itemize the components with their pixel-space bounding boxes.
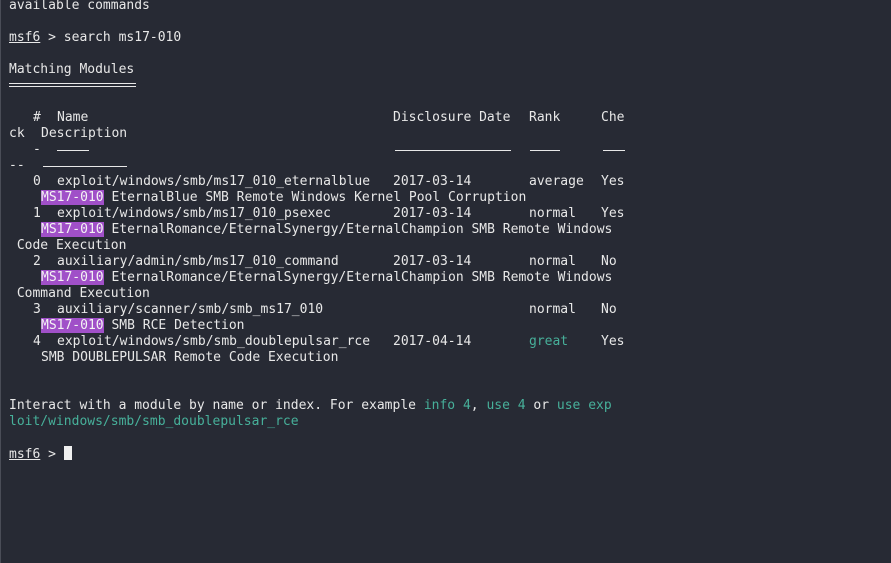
row-1-desc-text: EternalRomance/EternalSynergy/EternalCha… [103,222,613,237]
prompt-name: msf6 [9,30,41,45]
terminal-window[interactable]: available commands msf6 > search ms17-01… [0,0,891,563]
section-title: Matching Modules [9,62,135,77]
row-1-desc: MS17-010 EternalRomance/EternalSynergy/E… [41,222,612,238]
col-name-header: Name [57,110,89,125]
row-2-rank: normal [529,254,576,269]
col-num-underline: - [33,142,41,157]
row-0-desc: MS17-010 EternalBlue SMB Remote Windows … [41,190,526,206]
final-prompt-name: msf6 [9,447,41,462]
row-1-index: 1 [33,206,41,221]
col-date-underline [395,150,511,151]
row-2-date: 2017-03-14 [393,254,472,269]
row-4-name: exploit/windows/smb/smb_doublepulsar_rce [57,334,371,349]
row-1-desc-wrap: Code Execution [9,238,127,253]
row-2-index: 2 [33,254,41,269]
row-3-desc: MS17-010 SMB RCE Detection [41,318,245,334]
final-prompt-separator: > [40,447,64,462]
row-1-name: exploit/windows/smb/ms17_010_psexec [57,206,331,221]
row-1-tag: MS17-010 [41,222,104,237]
row-0-name: exploit/windows/smb/ms17_010_eternalblue [57,174,371,189]
col-check-underline-a [603,150,625,151]
prompt-command: search ms17-010 [63,30,182,45]
row-3-name: auxiliary/scanner/smb/smb_ms17_010 [57,302,324,317]
row-2-tag: MS17-010 [41,270,104,285]
interact-hint: Interact with a module by name or index.… [9,398,612,414]
row-4-desc: SMB DOUBLEPULSAR Remote Code Execution [41,350,339,365]
interact-example-info: info 4 [423,398,471,413]
interact-prefix: Interact with a module by name or index.… [9,398,424,413]
col-desc-header: Description [41,126,128,141]
row-3-check: No [601,302,617,317]
search-prompt-line: msf6 > search ms17-010 [9,30,181,46]
row-3-tag: MS17-010 [41,318,104,333]
interact-example-use-path-b: loit/windows/smb/smb_doublepulsar_rce [9,414,299,429]
row-2-check: No [601,254,617,269]
row-0-tag: MS17-010 [41,190,104,205]
row-3-index: 3 [33,302,41,317]
row-2-desc-wrap: Command Execution [9,286,150,301]
row-0-rank: average [529,174,584,189]
row-4-date: 2017-04-14 [393,334,472,349]
col-check-underline-b: -- [9,158,25,173]
row-0-desc-text: EternalBlue SMB Remote Windows Kernel Po… [103,190,527,205]
col-check-header-b: ck [9,126,25,141]
section-title-underline-2 [9,86,136,87]
header-line: available commands [9,0,150,13]
row-3-desc-text: SMB RCE Detection [103,318,245,333]
interact-or: or [525,398,557,413]
interact-example-use-index: use 4 [486,398,526,413]
section-title-underline-1 [9,83,136,84]
prompt-separator: > [40,30,64,45]
interact-example-use-path-a: use exp [556,398,612,413]
row-0-date: 2017-03-14 [393,174,472,189]
row-4-check: Yes [601,334,625,349]
row-2-name: auxiliary/admin/smb/ms17_010_command [57,254,339,269]
row-0-check: Yes [601,174,625,189]
row-2-desc: MS17-010 EternalRomance/EternalSynergy/E… [41,270,612,286]
row-2-desc-text: EternalRomance/EternalSynergy/EternalCha… [103,270,613,285]
row-3-rank: normal [529,302,576,317]
col-desc-underline [43,166,127,167]
col-num-header: # [33,110,41,125]
row-1-date: 2017-03-14 [393,206,472,221]
input-prompt-line[interactable]: msf6 > [9,446,72,462]
row-0-index: 0 [33,174,41,189]
col-check-header-a: Che [601,110,625,125]
row-4-index: 4 [33,334,41,349]
col-date-header: Disclosure Date [393,110,511,125]
row-4-rank: great [529,334,569,349]
text-cursor[interactable] [63,446,72,460]
col-rank-header: Rank [529,110,561,125]
col-rank-underline [530,150,560,151]
row-1-check: Yes [601,206,625,221]
row-1-rank: normal [529,206,576,221]
col-name-underline [57,150,89,151]
interact-comma: , [470,398,487,413]
